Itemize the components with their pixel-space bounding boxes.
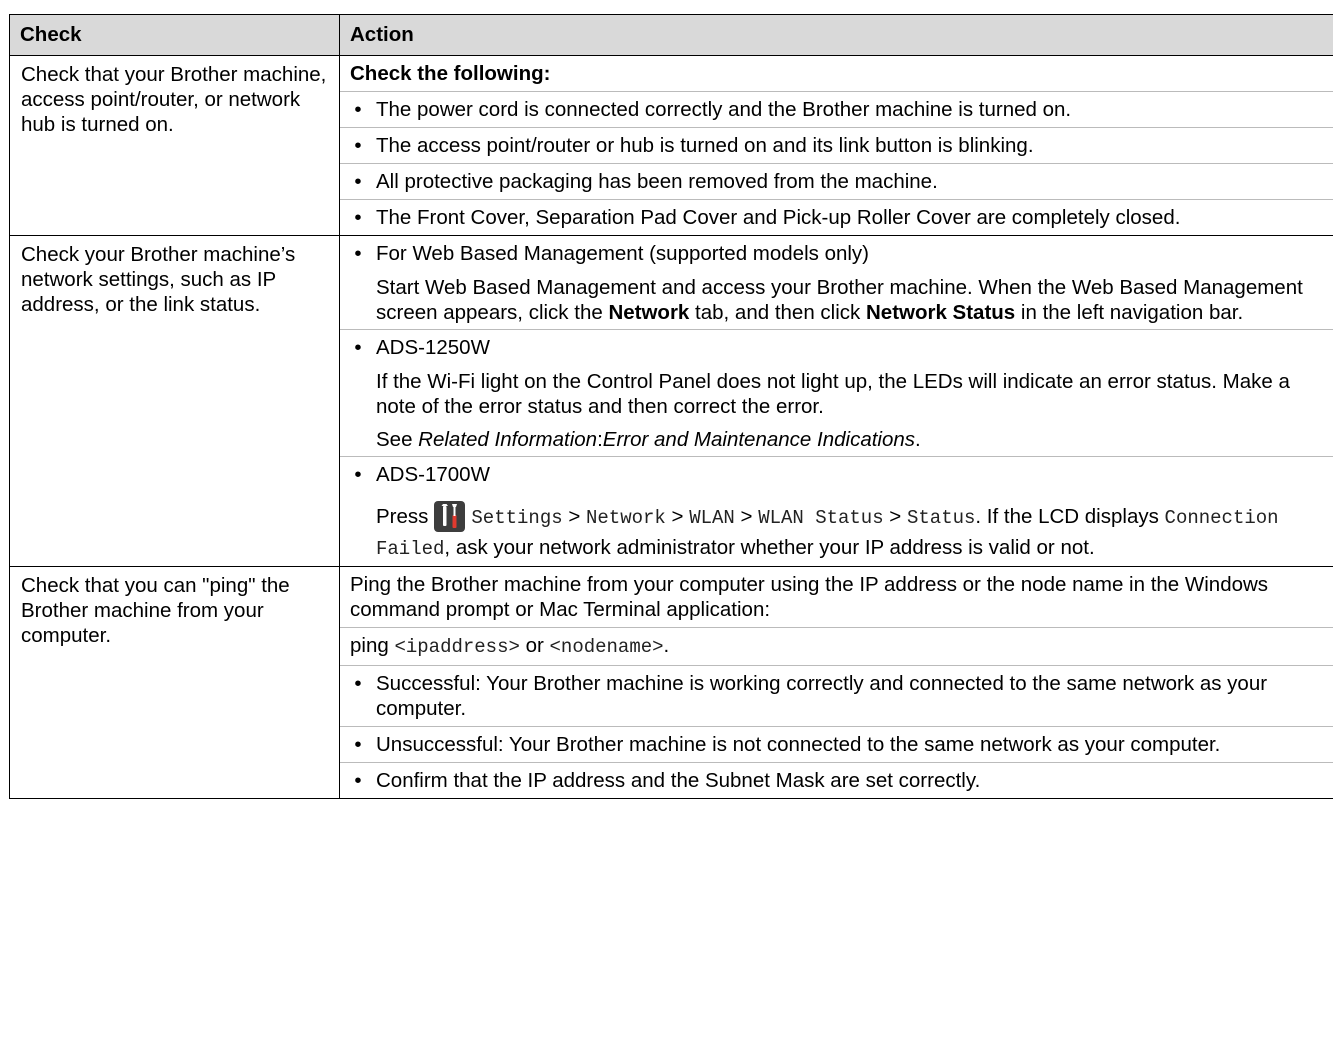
bullet: • [354, 206, 362, 229]
list-item: • The Front Cover, Separation Pad Cover … [340, 199, 1333, 235]
check-cell-1: Check that your Brother machine, access … [9, 55, 340, 236]
settings-tools-icon [434, 500, 466, 532]
text-segment: in the left navigation bar. [1015, 301, 1244, 324]
list-item-text: Successful: Your Brother machine is work… [376, 671, 1268, 720]
menu-wlan-status: WLAN Status [758, 507, 884, 529]
ads-1250w-text: If the Wi-Fi light on the Control Panel … [376, 370, 1290, 418]
table-row: Check your Brother machine’s network set… [9, 235, 1333, 567]
menu-separator: > [883, 505, 907, 528]
text-segment: , ask your network administrator whether… [444, 535, 1095, 559]
text-segment: or [519, 633, 550, 657]
bullet: • [354, 98, 362, 121]
text-segment: Press [376, 505, 429, 528]
menu-separator: > [734, 505, 759, 528]
ads-1250w-title: ADS-1250W [376, 336, 490, 359]
menu-separator: > [665, 505, 690, 528]
list-item-text: The power cord is connected correctly an… [376, 98, 1072, 121]
text-segment: . If the LCD displays [975, 505, 1165, 528]
bullet: • [354, 336, 362, 359]
ipaddress-placeholder: <ipaddress> [394, 635, 520, 658]
bullet: • [354, 732, 362, 756]
list-item-text: All protective packaging has been remove… [376, 170, 938, 193]
action-cell-2: • For Web Based Management (supported mo… [339, 235, 1333, 567]
nodename-placeholder: <nodename> [549, 635, 664, 658]
network-tab-label: Network [608, 301, 690, 324]
list-item: • For Web Based Management (supported mo… [340, 236, 1333, 271]
check-cell-2: Check your Brother machine’s network set… [9, 235, 340, 567]
ping-command: ping <ipaddress> or <nodename>. [340, 626, 1333, 665]
table-header-row: Check Action [9, 14, 1333, 56]
bullet: • [354, 463, 362, 486]
bullet: • [354, 134, 362, 157]
menu-wlan: WLAN [689, 507, 735, 529]
bullet: • [354, 671, 362, 695]
ping-intro: Ping the Brother machine from your compu… [350, 572, 1269, 621]
list-item: • Successful: Your Brother machine is wo… [340, 664, 1333, 726]
list-item: • Unsuccessful: Your Brother machine is … [340, 725, 1333, 762]
check-following-heading: Check the following: [350, 62, 551, 85]
text-segment: See [376, 428, 419, 451]
error-indications-link[interactable]: Error and Maintenance Indications [603, 428, 915, 451]
menu-status: Status [906, 507, 976, 529]
list-item: • ADS-1250W [340, 329, 1333, 365]
list-item: • The access point/router or hub is turn… [340, 127, 1333, 163]
text-segment: tab, and then click [689, 301, 866, 324]
ads-1700w-title: ADS-1700W [376, 463, 490, 486]
check-cell-3: Check that you can "ping" the Brother ma… [9, 565, 340, 799]
troubleshooting-table: Check Action Check that your Brother mac… [9, 14, 1333, 799]
network-status-label: Network Status [865, 301, 1016, 324]
header-action: Action [339, 14, 1333, 56]
bullet: • [354, 242, 362, 265]
menu-separator: > [562, 505, 586, 528]
bullet: • [354, 768, 362, 792]
web-management-title: For Web Based Management (supported mode… [376, 242, 870, 265]
related-info-line: See Related Information:Error and Mainte… [340, 423, 1333, 456]
action-cell-1: Check the following: • The power cord is… [339, 55, 1333, 236]
ads-1700w-text: Press Settings > Network > WLAN > WLAN St… [340, 492, 1333, 566]
list-item: • The power cord is connected correctly … [340, 91, 1333, 127]
menu-settings: Settings [471, 507, 563, 529]
menu-network: Network [586, 507, 666, 529]
table-row: Check that your Brother machine, access … [9, 55, 1333, 236]
list-item: • Confirm that the IP address and the Su… [340, 761, 1333, 798]
action-cell-3: Ping the Brother machine from your compu… [339, 565, 1333, 799]
header-check: Check [9, 14, 340, 56]
list-item: • ADS-1700W [340, 456, 1333, 492]
text-segment: . [915, 428, 921, 451]
web-management-text: Start Web Based Management and access yo… [340, 271, 1333, 329]
list-item-text: The access point/router or hub is turned… [376, 134, 1034, 157]
list-item-text: Unsuccessful: Your Brother machine is no… [376, 732, 1221, 756]
text-segment: ping [350, 633, 395, 657]
related-information-link[interactable]: Related Information [418, 428, 597, 451]
list-item-text: The Front Cover, Separation Pad Cover an… [376, 206, 1181, 229]
bullet: • [354, 170, 362, 193]
list-item: • All protective packaging has been remo… [340, 163, 1333, 199]
table-row: Check that you can "ping" the Brother ma… [9, 565, 1333, 799]
list-item-text: Confirm that the IP address and the Subn… [376, 768, 981, 792]
text-segment: . [663, 633, 670, 657]
